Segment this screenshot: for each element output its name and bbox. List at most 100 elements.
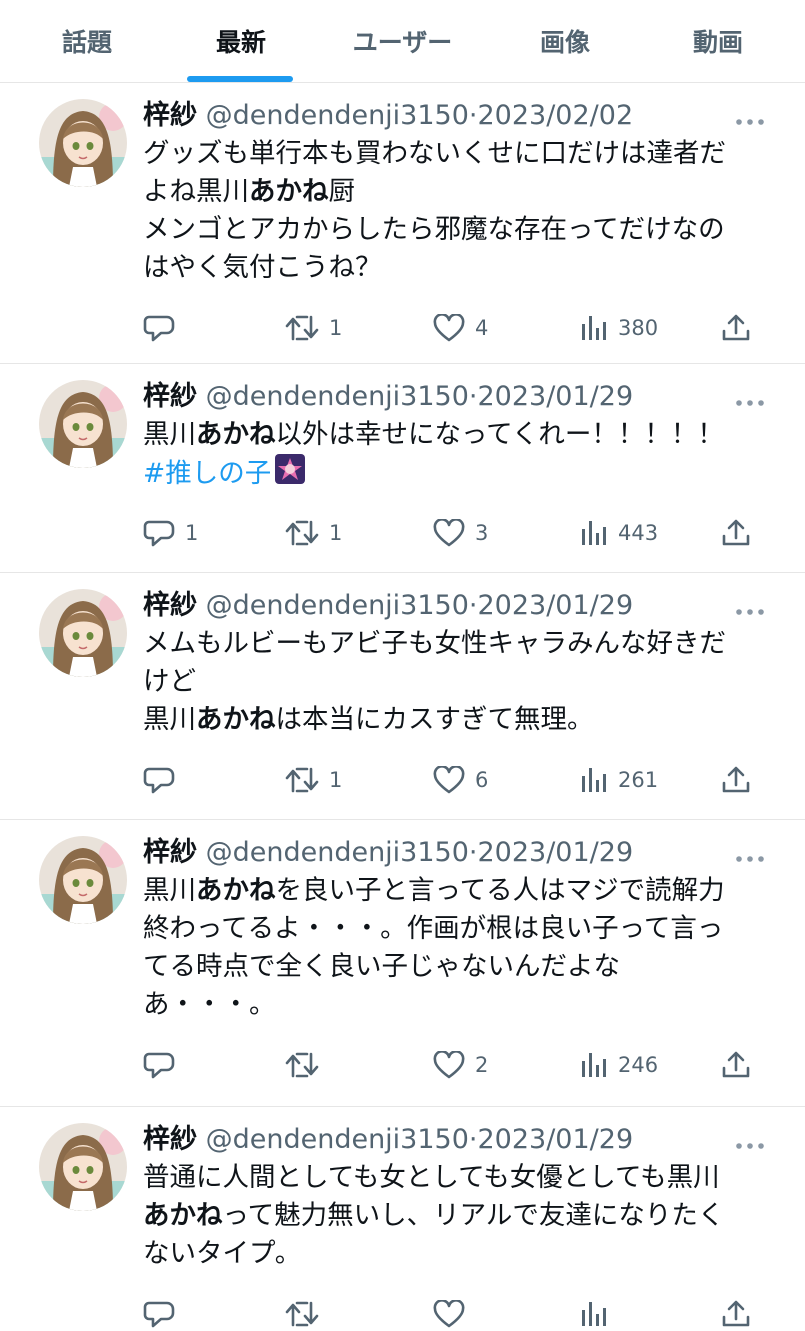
heart-icon: [433, 766, 465, 794]
views-count: 246: [618, 1053, 659, 1077]
author-handle[interactable]: @dendendenji3150: [206, 837, 469, 868]
share-button[interactable]: [721, 763, 751, 797]
highlighted-keyword: あかね: [143, 1200, 223, 1231]
retweets-count: 1: [329, 316, 343, 340]
tweet-header: 梓紗 @dendendenji3150·2023/01/29: [143, 380, 633, 414]
tweet-actions: 2 246: [143, 1048, 773, 1082]
tab-users[interactable]: ユーザー: [330, 0, 475, 82]
tweet-date[interactable]: 2023/01/29: [478, 590, 634, 621]
author-name[interactable]: 梓紗: [143, 381, 197, 412]
like-button[interactable]: 2: [433, 1048, 488, 1082]
retweet-button[interactable]: 1: [285, 763, 342, 797]
share-icon: [721, 313, 751, 343]
retweet-button[interactable]: [285, 1048, 329, 1082]
like-button[interactable]: 4: [433, 311, 488, 345]
tweet-date[interactable]: 2023/01/29: [478, 381, 634, 412]
avatar[interactable]: [39, 99, 127, 187]
share-button[interactable]: [721, 1048, 751, 1082]
tweet[interactable]: 梓紗 @dendendenji3150·2023/01/29 メムもルビーもアビ子…: [0, 573, 805, 820]
avatar[interactable]: [39, 836, 127, 924]
share-icon: [721, 765, 751, 795]
author-handle[interactable]: @dendendenji3150: [206, 381, 469, 412]
author-handle[interactable]: @dendendenji3150: [206, 100, 469, 131]
share-button[interactable]: [721, 311, 751, 345]
avatar[interactable]: [39, 380, 127, 468]
share-icon: [721, 1299, 751, 1329]
retweets-count: 1: [329, 521, 343, 545]
retweet-button[interactable]: 1: [285, 311, 342, 345]
tweet-text: 普通に人間としても女としても女優としても黒川 あかねって魅力無いし、リアルで友達…: [143, 1159, 773, 1273]
reply-button[interactable]: [143, 1297, 185, 1331]
tweet-header: 梓紗 @dendendenji3150·2023/02/02: [143, 99, 633, 133]
views-icon: [580, 1300, 608, 1328]
views-count: 261: [618, 768, 659, 792]
share-button[interactable]: [721, 1297, 751, 1331]
author-handle[interactable]: @dendendenji3150: [206, 1124, 469, 1155]
tweet-date[interactable]: 2023/01/29: [478, 837, 634, 868]
views-icon: [580, 314, 608, 342]
like-button[interactable]: 3: [433, 516, 488, 550]
highlighted-keyword: あかね: [196, 419, 276, 450]
more-options-icon[interactable]: [735, 392, 765, 406]
retweet-icon: [285, 1300, 319, 1328]
reply-button[interactable]: [143, 311, 185, 345]
tab-images[interactable]: 画像: [505, 0, 625, 82]
tab-videos[interactable]: 動画: [658, 0, 778, 82]
tweet-actions: 1 1 3 443: [143, 516, 773, 550]
share-button[interactable]: [721, 516, 751, 550]
tweet-date[interactable]: 2023/02/02: [478, 100, 634, 131]
reply-icon: [143, 313, 175, 343]
avatar[interactable]: [39, 1123, 127, 1211]
retweet-icon: [285, 519, 319, 547]
reply-button[interactable]: 1: [143, 516, 198, 550]
search-tabs: 話題 最新 ユーザー 画像 動画: [0, 0, 805, 83]
character-emoji-icon: [275, 454, 306, 495]
heart-icon: [433, 1051, 465, 1079]
like-button[interactable]: [433, 1297, 475, 1331]
retweet-button[interactable]: 1: [285, 516, 342, 550]
avatar[interactable]: [39, 589, 127, 677]
reply-button[interactable]: [143, 763, 185, 797]
like-button[interactable]: 6: [433, 763, 488, 797]
views-count: 380: [618, 316, 659, 340]
views-button[interactable]: 443: [580, 516, 658, 550]
more-options-icon[interactable]: [735, 111, 765, 125]
reply-icon: [143, 1050, 175, 1080]
tweet[interactable]: 梓紗 @dendendenji3150·2023/01/29 黒川あかねを良い子と…: [0, 820, 805, 1107]
author-name[interactable]: 梓紗: [143, 590, 197, 621]
tweet[interactable]: 梓紗 @dendendenji3150·2023/01/29 普通に人間としても女…: [0, 1107, 805, 1328]
highlighted-keyword: あかね: [196, 875, 276, 906]
separator-dot: ·: [468, 1124, 478, 1155]
tweet-text: 黒川あかね以外は幸せになってくれー！！！！！ #推しの子: [143, 416, 773, 495]
tweet-actions: 1 6 261: [143, 763, 773, 797]
author-name[interactable]: 梓紗: [143, 1124, 197, 1155]
views-button[interactable]: 246: [580, 1048, 658, 1082]
author-name[interactable]: 梓紗: [143, 837, 197, 868]
heart-icon: [433, 1300, 465, 1328]
tab-trending[interactable]: 話題: [28, 0, 146, 82]
tweet-date[interactable]: 2023/01/29: [478, 1124, 634, 1155]
more-options-icon[interactable]: [735, 1135, 765, 1149]
tweet-header: 梓紗 @dendendenji3150·2023/01/29: [143, 836, 633, 870]
highlighted-keyword: あかね: [249, 176, 329, 207]
views-button[interactable]: [580, 1297, 618, 1331]
hashtag-link[interactable]: #推しの子: [143, 458, 271, 489]
tweet[interactable]: 梓紗 @dendendenji3150·2023/02/02 グッズも単行本も買わ…: [0, 83, 805, 364]
separator-dot: ·: [468, 381, 478, 412]
tweet[interactable]: 梓紗 @dendendenji3150·2023/01/29 黒川あかね以外は幸せ…: [0, 364, 805, 573]
retweet-button[interactable]: [285, 1297, 329, 1331]
tab-latest[interactable]: 最新: [182, 0, 300, 82]
more-options-icon[interactable]: [735, 848, 765, 862]
text-segment: 黒川: [143, 419, 196, 450]
retweets-count: 1: [329, 768, 343, 792]
tweet-header: 梓紗 @dendendenji3150·2023/01/29: [143, 589, 633, 623]
views-button[interactable]: 261: [580, 763, 658, 797]
active-tab-indicator: [187, 76, 293, 82]
share-icon: [721, 518, 751, 548]
author-handle[interactable]: @dendendenji3150: [206, 590, 469, 621]
views-button[interactable]: 380: [580, 311, 658, 345]
heart-icon: [433, 314, 465, 342]
author-name[interactable]: 梓紗: [143, 100, 197, 131]
reply-button[interactable]: [143, 1048, 185, 1082]
more-options-icon[interactable]: [735, 601, 765, 615]
